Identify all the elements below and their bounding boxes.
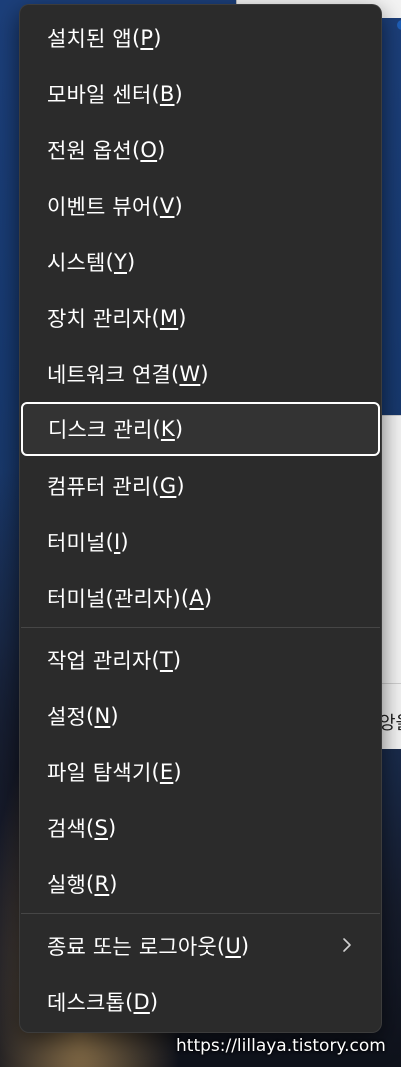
menu-item-computer-management[interactable]: 컴퓨터 관리(G): [20, 461, 381, 511]
access-key: D: [133, 990, 150, 1014]
menu-item-run[interactable]: 실행(R): [20, 859, 381, 909]
menu-item-label: 네트워크 연결: [47, 363, 171, 387]
access-key: T: [159, 648, 173, 672]
menu-item-mobility-center[interactable]: 모바일 센터(B): [20, 69, 381, 119]
menu-divider: [21, 627, 380, 628]
access-key: M: [159, 306, 179, 330]
access-key: R: [94, 872, 110, 896]
menu-item-label: 파일 탐색기: [47, 761, 152, 785]
menu-item-shutdown-signout[interactable]: 종료 또는 로그아웃(U): [20, 921, 381, 971]
access-key: E: [159, 760, 174, 784]
menu-item-settings[interactable]: 설정(N): [20, 691, 381, 741]
menu-item-label: 장치 관리자: [47, 307, 152, 331]
menu-item-label: 설치된 앱: [47, 27, 132, 51]
access-key: A: [189, 586, 204, 610]
menu-item-file-explorer[interactable]: 파일 탐색기(E): [20, 747, 381, 797]
access-key: P: [140, 26, 154, 50]
access-key: N: [94, 704, 111, 728]
menu-item-label: 디스크 관리: [48, 418, 153, 442]
menu-item-label: 전원 옵션: [47, 139, 132, 163]
menu-item-event-viewer[interactable]: 이벤트 뷰어(V): [20, 181, 381, 231]
menu-item-label: 터미널: [47, 531, 106, 555]
menu-item-label: 종료 또는 로그아웃: [47, 935, 217, 959]
menu-item-label: 작업 관리자: [47, 649, 152, 673]
access-key: W: [179, 362, 201, 386]
access-key: O: [140, 138, 158, 162]
access-key: Y: [113, 250, 127, 274]
menu-item-device-manager[interactable]: 장치 관리자(M): [20, 293, 381, 343]
quick-link-menu: 설치된 앱(P) 모바일 센터(B) 전원 옵션(O) 이벤트 뷰어(V) 시스…: [20, 5, 381, 1032]
menu-item-label: 시스템: [47, 251, 106, 275]
menu-item-disk-management[interactable]: 디스크 관리(K): [21, 402, 380, 456]
access-key: S: [94, 816, 108, 840]
menu-item-search[interactable]: 검색(S): [20, 803, 381, 853]
background-panel: 앙을: [379, 415, 401, 749]
access-key: I: [113, 530, 121, 554]
menu-item-label: 데스크톱: [47, 991, 126, 1015]
menu-item-label: 터미널(관리자): [47, 587, 181, 611]
menu-item-terminal[interactable]: 터미널(I): [20, 517, 381, 567]
menu-item-label: 컴퓨터 관리: [47, 475, 152, 499]
menu-item-label: 검색: [47, 817, 87, 841]
menu-item-label: 이벤트 뷰어: [47, 195, 152, 219]
menu-item-label: 실행: [47, 873, 87, 897]
background-partial-text: 앙을: [379, 713, 401, 734]
background-indicator-dot: [397, 20, 401, 30]
menu-item-power-options[interactable]: 전원 옵션(O): [20, 125, 381, 175]
menu-item-label: 설정: [47, 705, 87, 729]
menu-item-desktop[interactable]: 데스크톱(D): [20, 977, 381, 1027]
access-key: V: [159, 194, 175, 218]
menu-item-network-connections[interactable]: 네트워크 연결(W): [20, 349, 381, 399]
menu-divider: [21, 913, 380, 914]
chevron-right-icon: [343, 938, 351, 952]
menu-item-installed-apps[interactable]: 설치된 앱(P): [20, 13, 381, 63]
menu-item-system[interactable]: 시스템(Y): [20, 237, 381, 287]
access-key: B: [159, 82, 175, 106]
menu-item-task-manager[interactable]: 작업 관리자(T): [20, 635, 381, 685]
watermark-text: https://lillaya.tistory.com: [176, 1036, 386, 1056]
access-key: K: [160, 417, 175, 441]
menu-item-label: 모바일 센터: [47, 83, 152, 107]
menu-item-terminal-admin[interactable]: 터미널(관리자)(A): [20, 573, 381, 623]
access-key: G: [159, 474, 177, 498]
access-key: U: [225, 934, 241, 958]
